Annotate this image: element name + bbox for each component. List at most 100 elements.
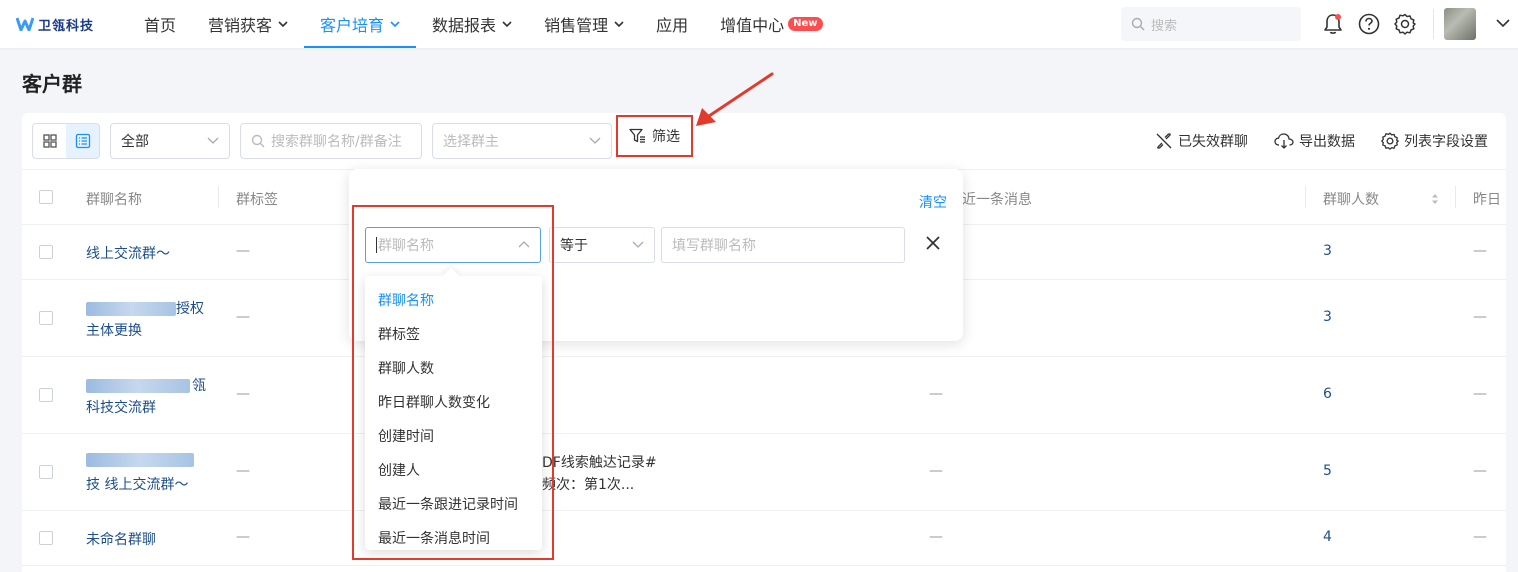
group-search-input[interactable]: 搜索群聊名称/群备注 (240, 123, 422, 159)
row-checkbox[interactable] (39, 388, 53, 402)
group-name-line2[interactable]: 主体更换 (86, 320, 142, 340)
column-divider (1305, 186, 1306, 208)
annotation-arrow-icon (696, 72, 774, 126)
nav-item-4[interactable]: 销售管理 (528, 0, 640, 48)
invalid-groups-button[interactable]: 已失效群聊 (1155, 131, 1248, 151)
yesterday-change: — (1473, 386, 1487, 402)
chevron-down-icon (207, 137, 219, 144)
yesterday-change: — (1473, 309, 1487, 325)
nav-item-label: 应用 (656, 16, 689, 35)
top-navigation: 卫瓴科技 首页 营销获客 客户培育 数据报表 销售管理 应用 增值中心 New 搜索 (0, 0, 1518, 48)
dropdown-option[interactable]: 最近一条消息时间 (378, 528, 490, 548)
bell-icon (1324, 14, 1342, 34)
last-message-text-line2: 频次：第1次... (542, 477, 635, 493)
row-checkbox[interactable] (39, 311, 53, 325)
member-count[interactable]: 6 (1323, 386, 1332, 402)
help-button[interactable] (1351, 6, 1387, 42)
row-checkbox[interactable] (39, 245, 53, 259)
column-divider (218, 186, 219, 208)
logo-icon (16, 17, 34, 31)
scope-select-value: 全部 (121, 134, 149, 150)
row-checkbox[interactable] (39, 531, 53, 545)
group-name-link[interactable]: 线上交流群～ (86, 243, 170, 263)
brand-logo[interactable]: 卫瓴科技 (16, 15, 116, 34)
member-count[interactable]: 3 (1323, 243, 1332, 259)
nav-item-0[interactable]: 首页 (128, 0, 192, 48)
owner-select-placeholder: 选择群主 (443, 134, 499, 150)
member-count[interactable]: 5 (1323, 463, 1332, 479)
cloud-download-icon (1274, 133, 1294, 149)
table-row[interactable]: 未命名群聊 — — 4 — (22, 511, 1506, 566)
member-count[interactable]: 4 (1323, 529, 1332, 545)
chevron-down-icon (390, 21, 400, 28)
group-name-line1: 授权 (176, 301, 204, 317)
filter-field-select[interactable]: 群聊名称 (365, 227, 541, 263)
group-name-link[interactable] (86, 452, 194, 468)
member-count[interactable]: 3 (1323, 309, 1332, 325)
column-header-tag[interactable]: 群标签 (236, 189, 278, 209)
group-name-link[interactable]: 未命名群聊 (86, 529, 156, 549)
close-icon[interactable] (925, 235, 941, 251)
nav-item-5[interactable]: 应用 (640, 0, 704, 48)
nav-item-label: 客户培育 (320, 16, 385, 35)
owner-select[interactable]: 选择群主 (432, 123, 612, 159)
gear-icon (1381, 132, 1399, 150)
gear-icon (1394, 13, 1416, 35)
search-icon (251, 134, 265, 148)
table-row[interactable]: 技 线上交流群～ — DF线索触达记录# 频次：第1次... — 5 — (22, 434, 1506, 511)
settings-button[interactable] (1387, 6, 1423, 42)
notification-button[interactable] (1315, 6, 1351, 42)
dropdown-option[interactable]: 创建人 (378, 460, 420, 480)
group-name-line2[interactable]: 科技交流群 (86, 397, 156, 417)
last-message-time: — (929, 529, 943, 545)
chevron-down-icon[interactable] (1496, 16, 1510, 32)
dropdown-option[interactable]: 昨日群聊人数变化 (378, 392, 490, 412)
group-name-link[interactable]: 授权 (86, 298, 204, 318)
filter-icon (629, 128, 645, 143)
filter-operator-select[interactable]: 等于 (549, 227, 655, 263)
group-tag: — (236, 463, 250, 479)
nav-item-3[interactable]: 数据报表 (416, 0, 528, 48)
yesterday-change: — (1473, 529, 1487, 545)
filter-button[interactable]: 筛选 (616, 115, 693, 157)
dropdown-option[interactable]: 群聊名称 (378, 290, 434, 310)
dropdown-option[interactable]: 最近一条跟进记录时间 (378, 494, 518, 514)
column-header-name[interactable]: 群聊名称 (86, 189, 142, 209)
list-view-button[interactable] (66, 124, 99, 158)
last-message-time: — (929, 386, 943, 402)
list-icon (75, 133, 90, 149)
group-name-link[interactable]: 瓴 (86, 375, 206, 395)
sort-icon[interactable] (1430, 192, 1440, 206)
group-tag: — (236, 243, 250, 259)
export-data-label: 导出数据 (1299, 134, 1355, 150)
clear-filter-button[interactable]: 清空 (919, 192, 947, 212)
chevron-down-icon (589, 137, 601, 144)
new-badge: New (788, 17, 823, 31)
select-all-checkbox[interactable] (39, 190, 53, 204)
dropdown-option[interactable]: 群聊人数 (378, 358, 434, 378)
column-settings-button[interactable]: 列表字段设置 (1381, 131, 1488, 151)
filter-value-input[interactable]: 填写群聊名称 (661, 227, 905, 263)
global-search-input[interactable]: 搜索 (1121, 7, 1301, 41)
grid-icon (42, 134, 57, 148)
scope-select[interactable]: 全部 (110, 123, 230, 159)
row-checkbox[interactable] (39, 465, 53, 479)
group-name-line2[interactable]: 技 线上交流群～ (86, 474, 188, 494)
user-avatar[interactable] (1444, 8, 1476, 40)
grid-view-button[interactable] (33, 124, 66, 158)
column-header-member-count[interactable]: 群聊人数 (1323, 189, 1379, 209)
blurred-text (86, 379, 190, 393)
filter-value-placeholder: 填写群聊名称 (672, 238, 756, 254)
column-settings-label: 列表字段设置 (1404, 134, 1488, 150)
export-data-button[interactable]: 导出数据 (1274, 131, 1355, 151)
nav-item-2[interactable]: 客户培育 (304, 0, 417, 48)
nav-item-6[interactable]: 增值中心 New (704, 0, 838, 48)
blurred-text (86, 302, 176, 316)
dropdown-option[interactable]: 创建时间 (378, 426, 434, 446)
table-row[interactable]: 瓴 科技交流群 — — 6 — (22, 357, 1506, 434)
nav-item-label: 增值中心 (720, 16, 785, 35)
nav-item-1[interactable]: 营销获客 (192, 0, 304, 48)
page-title: 客户群 (22, 72, 82, 96)
column-header-yesterday[interactable]: 昨日 (1473, 189, 1501, 209)
dropdown-option[interactable]: 群标签 (378, 324, 420, 344)
